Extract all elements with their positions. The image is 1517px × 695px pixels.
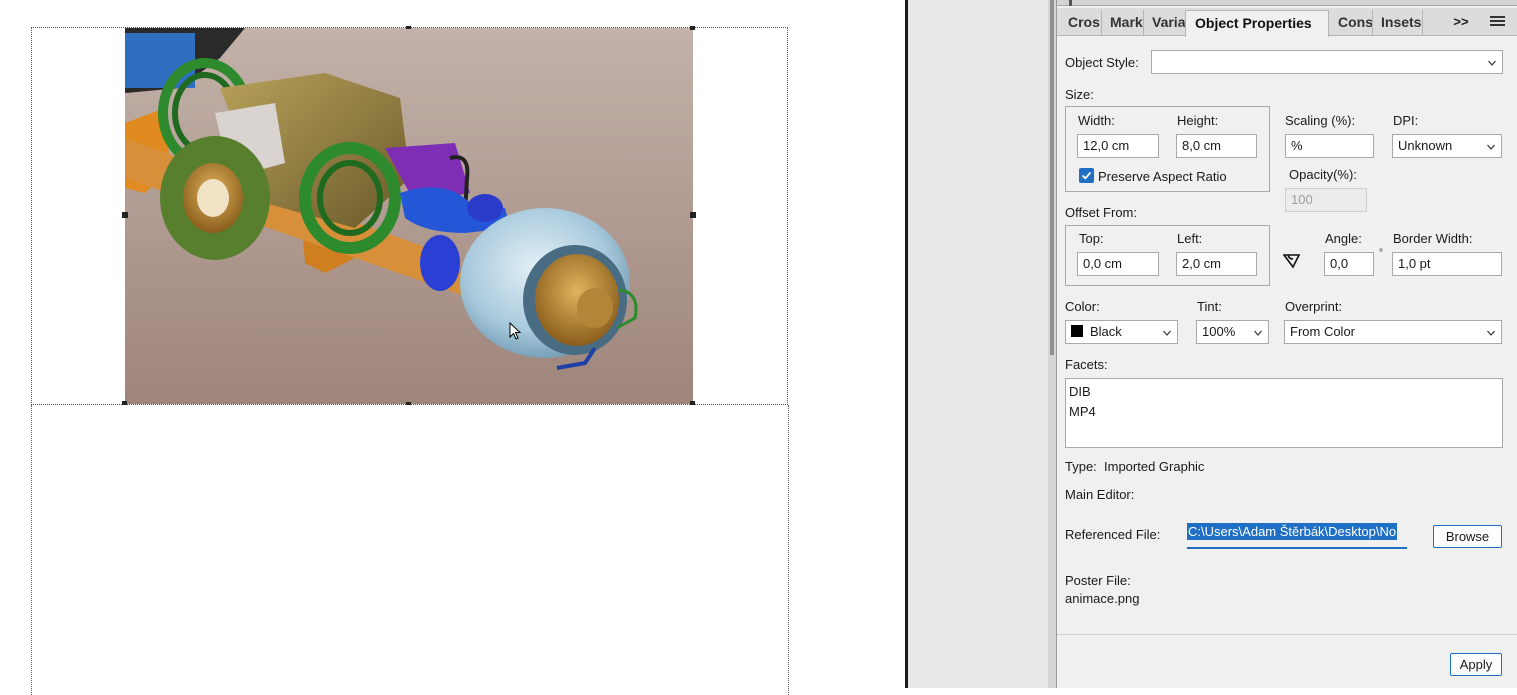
overprint-value: From Color (1290, 324, 1356, 339)
selection-handle[interactable] (122, 401, 127, 405)
type-value: Imported Graphic (1104, 459, 1205, 474)
facets-label: Facets: (1065, 357, 1108, 372)
axle-render-image (125, 28, 693, 404)
divider-line (1057, 634, 1517, 635)
tint-value: 100% (1202, 324, 1236, 339)
top-field[interactable]: 0,0 cm (1077, 252, 1159, 276)
facet-item[interactable]: DIB (1068, 382, 1500, 402)
facet-item[interactable]: MP4 (1068, 402, 1500, 422)
chevron-down-icon (1487, 330, 1495, 336)
selection-handle[interactable] (406, 402, 411, 405)
angle-icon (1283, 254, 1301, 269)
tab-variables[interactable]: Varia (1146, 10, 1186, 36)
tint-select[interactable]: 100% (1196, 320, 1269, 344)
object-style-select[interactable] (1151, 50, 1503, 74)
selection-handle[interactable] (690, 401, 695, 405)
panel-menu-icon[interactable] (1487, 14, 1509, 32)
tab-cross-references[interactable]: Cros (1062, 10, 1102, 36)
grip (1069, 0, 1072, 6)
main-editor-label: Main Editor: (1065, 487, 1135, 502)
type-label: Type: (1065, 459, 1097, 474)
angle-label: Angle: (1325, 231, 1362, 246)
imported-graphic[interactable] (125, 28, 693, 404)
tab-conditional-text[interactable]: Cons (1332, 10, 1373, 36)
referenced-file-field[interactable]: C:\Users\Adam Štěrbák\Desktop\No (1187, 521, 1407, 549)
chevron-down-icon (1254, 330, 1262, 336)
selection-handle[interactable] (690, 26, 695, 30)
left-field[interactable]: 2,0 cm (1176, 252, 1257, 276)
mouse-cursor-icon (509, 322, 521, 340)
referenced-file-value: C:\Users\Adam Štěrbák\Desktop\No (1187, 523, 1398, 540)
poster-file-value: animace.png (1065, 591, 1140, 606)
preserve-aspect-label[interactable]: Preserve Aspect Ratio (1098, 169, 1227, 184)
selection-handle[interactable] (122, 212, 128, 218)
scaling-field[interactable]: % (1285, 134, 1374, 158)
height-field[interactable]: 8,0 cm (1176, 134, 1257, 158)
tab-insets[interactable]: Insets (1375, 10, 1423, 36)
overprint-label: Overprint: (1285, 299, 1343, 314)
browse-button[interactable]: Browse (1433, 525, 1502, 548)
text-frame[interactable] (31, 405, 789, 695)
overprint-select[interactable]: From Color (1284, 320, 1502, 344)
opacity-field: 100 (1285, 188, 1367, 212)
height-label: Height: (1177, 113, 1219, 128)
border-width-label: Border Width: (1393, 231, 1473, 246)
checkmark-icon (1081, 171, 1092, 180)
angle-field[interactable]: 0,0 (1324, 252, 1374, 276)
border-width-field[interactable]: 1,0 pt (1392, 252, 1502, 276)
scrollbar-thumb[interactable] (1050, 0, 1054, 355)
document-canvas[interactable] (0, 0, 906, 695)
preserve-aspect-checkbox[interactable] (1079, 168, 1094, 183)
tint-label: Tint: (1197, 299, 1222, 314)
color-value: Black (1090, 324, 1122, 339)
chevron-down-icon (1488, 60, 1496, 66)
dpi-value: Unknown (1398, 138, 1453, 153)
apply-button[interactable]: Apply (1450, 653, 1502, 676)
selection-handle[interactable] (690, 212, 696, 218)
color-select[interactable]: Black (1065, 320, 1178, 344)
panel-scrollbar[interactable] (1048, 0, 1056, 688)
tab-markers[interactable]: Mark (1104, 10, 1144, 36)
width-label: Width: (1078, 113, 1115, 128)
color-label: Color: (1065, 299, 1100, 314)
panel-top-strip (1057, 0, 1517, 6)
selection-handle[interactable] (406, 26, 411, 29)
color-swatch (1071, 325, 1083, 337)
width-field[interactable]: 12,0 cm (1077, 134, 1159, 158)
opacity-label: Opacity(%): (1289, 167, 1357, 182)
referenced-file-label: Referenced File: (1065, 527, 1161, 542)
angle-unit: ° (1379, 248, 1383, 259)
panel-tab-bar: Cros Mark Varia Object Properties Cons I… (1057, 8, 1517, 37)
top-label: Top: (1079, 231, 1104, 246)
workspace-gutter (908, 0, 1048, 688)
left-label: Left: (1177, 231, 1203, 246)
offset-label: Offset From: (1065, 205, 1137, 220)
chevron-down-icon (1163, 330, 1171, 336)
scaling-label: Scaling (%): (1285, 113, 1356, 128)
dpi-label: DPI: (1393, 113, 1419, 128)
object-style-label: Object Style: (1065, 55, 1139, 70)
size-label: Size: (1065, 87, 1094, 102)
tab-object-properties[interactable]: Object Properties (1185, 10, 1329, 37)
object-properties-panel: Cros Mark Varia Object Properties Cons I… (1056, 0, 1517, 688)
tab-overflow-button[interactable]: >> (1445, 10, 1477, 36)
chevron-down-icon (1487, 144, 1495, 150)
poster-file-label: Poster File: (1065, 573, 1131, 588)
dpi-select[interactable]: Unknown (1392, 134, 1502, 158)
facets-list[interactable]: DIB MP4 (1065, 378, 1503, 448)
